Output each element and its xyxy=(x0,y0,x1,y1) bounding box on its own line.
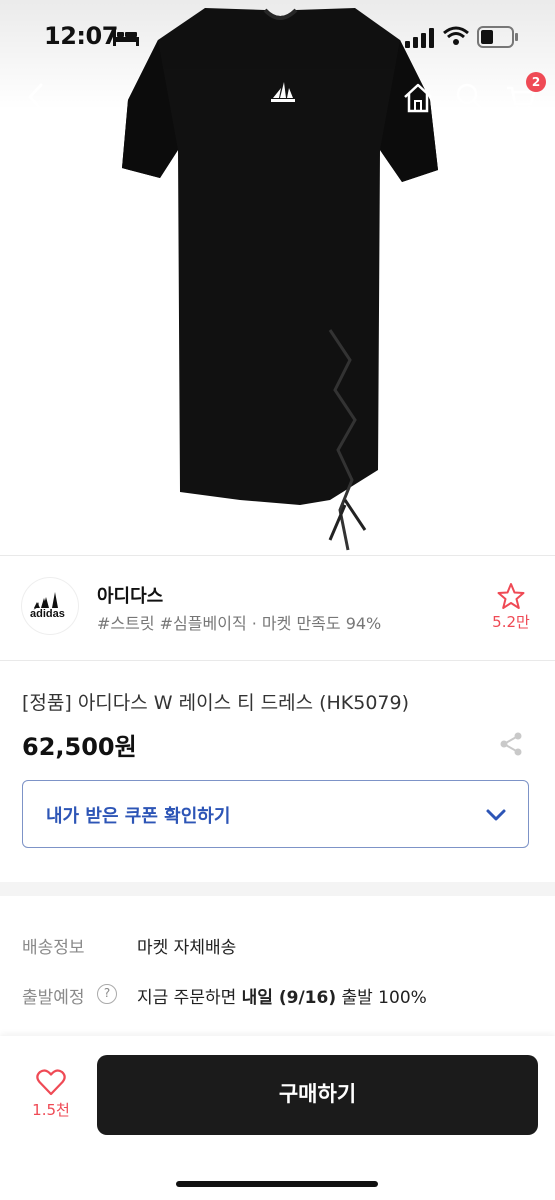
adidas-logo-icon: adidas xyxy=(30,592,65,620)
bed-icon xyxy=(113,30,139,46)
search-icon[interactable] xyxy=(455,82,485,112)
fav-count: 5.2만 xyxy=(492,613,530,631)
brand-tags: #스트릿 #심플베이직 · 마켓 만족도 94% xyxy=(97,614,382,633)
departure-prefix: 지금 주문하면 xyxy=(137,988,237,1008)
product-price: 62,500원 xyxy=(22,733,137,761)
svg-text:adidas: adidas xyxy=(30,608,65,620)
departure-value: 지금 주문하면 내일 (9/16) 출발 100% xyxy=(137,983,427,1008)
brand-name[interactable]: 아디다스 xyxy=(97,582,163,608)
battery-icon xyxy=(477,26,518,48)
departure-label: 출발예정 xyxy=(22,988,85,1008)
departure-date: 내일 (9/16) xyxy=(241,988,337,1008)
back-icon[interactable] xyxy=(22,82,52,112)
departure-suffix: 출발 100% xyxy=(341,988,427,1008)
star-icon[interactable] xyxy=(497,582,525,610)
status-bar: 12:07 xyxy=(0,0,555,70)
product-title: [정품] 아디다스 W 레이스 티 드레스 (HK5079) xyxy=(22,692,410,714)
cart-badge: 2 xyxy=(526,72,546,92)
shipping-info-label: 배송정보 xyxy=(22,938,85,958)
chevron-down-icon xyxy=(486,809,506,821)
wifi-icon xyxy=(443,26,469,45)
home-icon[interactable] xyxy=(402,82,434,114)
coupon-dropdown[interactable]: 내가 받은 쿠폰 확인하기 xyxy=(22,780,529,848)
divider xyxy=(0,660,555,661)
brand-logo[interactable]: adidas xyxy=(22,578,78,634)
status-time: 12:07 xyxy=(44,22,118,50)
home-indicator xyxy=(176,1181,378,1187)
coupon-label: 내가 받은 쿠폰 확인하기 xyxy=(46,806,231,827)
buy-button[interactable]: 구매하기 xyxy=(97,1055,538,1135)
heart-icon[interactable] xyxy=(36,1068,66,1096)
like-count: 1.5천 xyxy=(32,1101,70,1119)
signal-icon xyxy=(405,28,434,48)
section-separator xyxy=(0,882,555,896)
shipping-info-value: 마켓 자체배송 xyxy=(137,938,237,958)
divider xyxy=(0,555,555,556)
share-icon[interactable] xyxy=(498,731,524,757)
help-icon[interactable]: ? xyxy=(97,984,117,1004)
